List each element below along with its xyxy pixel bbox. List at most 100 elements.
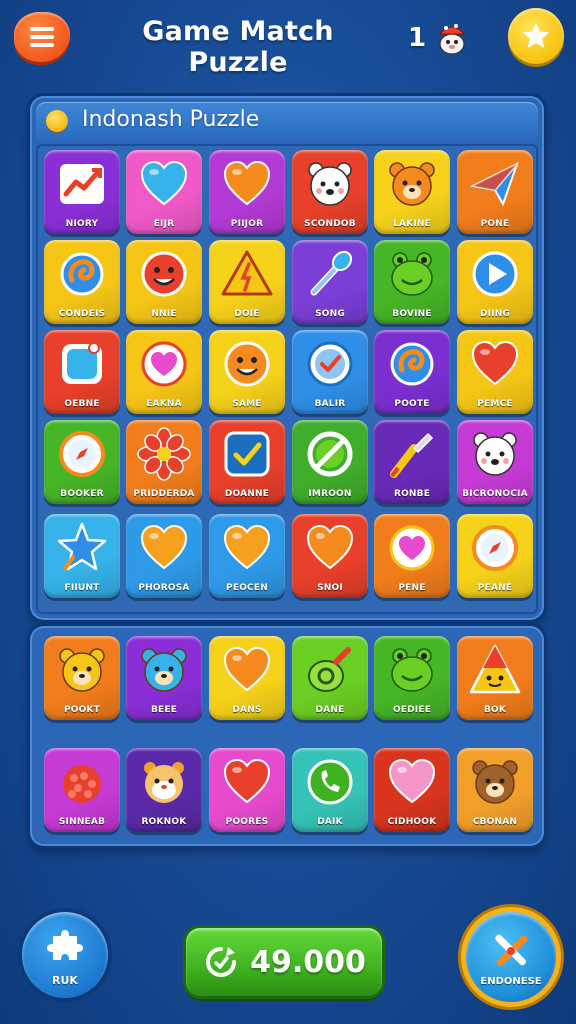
tile-label: ROKNOK	[141, 817, 187, 827]
star-icon	[522, 22, 550, 48]
tile-label: BEEE	[150, 705, 178, 715]
tile-label: DIING	[479, 309, 511, 319]
tile-label: RONBE	[393, 489, 431, 499]
tile-label: NIORY	[65, 219, 99, 229]
puzzle-tile[interactable]: BOOKER	[44, 420, 120, 504]
puzzle-tile[interactable]: RONBE	[374, 420, 450, 504]
tile-label: CIDHOOK	[387, 817, 437, 827]
tile-label: SCONDOB	[304, 219, 356, 229]
puzzle-tile[interactable]: IMROON	[292, 420, 368, 504]
tools-button[interactable]: ENDONESE	[466, 912, 556, 1002]
puzzle-tile[interactable]: PRIDDERDA	[126, 420, 202, 504]
puzzle-tile[interactable]: PEOCEN	[209, 514, 285, 598]
puzzle-tile[interactable]: PEANE	[457, 514, 533, 598]
puzzle-tile[interactable]: DIING	[457, 240, 533, 324]
puzzle-tile[interactable]: SINNEAB	[44, 748, 120, 832]
puzzle-tile[interactable]: ROKNOK	[126, 748, 202, 832]
tile-label: OEBNE	[64, 399, 100, 409]
puzzle-tile[interactable]: BOK	[457, 636, 533, 720]
tile-label: NNIE	[151, 309, 177, 319]
phone-icon	[307, 759, 353, 805]
heart-icon	[223, 524, 271, 570]
puzzle-tile[interactable]: BICRONOCIA	[457, 420, 533, 504]
puzzle-tile[interactable]: FIIUNT	[44, 514, 120, 598]
mascot-icon	[438, 24, 466, 55]
puzzle-tile[interactable]: EIJR	[126, 150, 202, 234]
tile-label: EIJR	[153, 219, 175, 229]
tile-label: DANE	[315, 705, 345, 715]
bear-icon	[389, 162, 435, 206]
heart-icon	[471, 340, 519, 386]
puzzle-tile[interactable]: CIDHOOK	[374, 748, 450, 832]
tile-label: LAKINE	[393, 219, 431, 229]
puzzle-tile[interactable]: BOVINE	[374, 240, 450, 324]
puzzle-tile[interactable]: DANE	[292, 636, 368, 720]
puzzle-tile[interactable]: PEMCE	[457, 330, 533, 414]
puzzle-piece-button[interactable]: RUK	[22, 912, 108, 998]
puzzle-tile[interactable]: PONE	[457, 150, 533, 234]
smiley-face-icon	[224, 341, 270, 387]
heart-circle-icon	[389, 525, 435, 571]
check-square-icon	[224, 431, 270, 477]
tile-label: DOANNE	[224, 489, 270, 499]
tools-button-label: ENDONESE	[480, 976, 542, 987]
tile-label: CONDEIS	[58, 309, 106, 319]
puzzle-tile[interactable]: POOTE	[374, 330, 450, 414]
puzzle-tile[interactable]: DOIE	[209, 240, 285, 324]
puzzle-tile[interactable]: LAKINE	[374, 150, 450, 234]
tile-label: SONG	[315, 309, 345, 319]
tile-label: POOTE	[394, 399, 430, 409]
tile-label: OEDIEE	[392, 705, 432, 715]
puzzle-tile[interactable]: SCONDOB	[292, 150, 368, 234]
puzzle-tile[interactable]: PIIJOR	[209, 150, 285, 234]
paper-plane-icon	[469, 162, 519, 207]
puzzle-tile[interactable]: OEBNE	[44, 330, 120, 414]
tile-label: CBONAN	[472, 817, 518, 827]
star-button[interactable]	[508, 8, 564, 64]
tile-label: BOOKER	[60, 489, 104, 499]
puzzle-tile[interactable]: DANS	[209, 636, 285, 720]
heart-icon	[223, 758, 271, 804]
puzzle-tile[interactable]: PHOROSA	[126, 514, 202, 598]
raspberry-icon	[63, 765, 101, 803]
puzzle-tile[interactable]: PENE	[374, 514, 450, 598]
puzzle-tile[interactable]: DOANNE	[209, 420, 285, 504]
puzzle-tile[interactable]: BALIR	[292, 330, 368, 414]
tile-label: PEMCE	[477, 399, 513, 409]
smiley-face-icon	[141, 251, 187, 297]
puzzle-tile[interactable]: DAIK	[292, 748, 368, 832]
puzzle-tile[interactable]: OEDIEE	[374, 636, 450, 720]
tile-label: SINNEAB	[58, 817, 106, 827]
counter-value: 1	[408, 23, 427, 53]
heart-icon	[306, 524, 354, 570]
puzzle-tile[interactable]: SNOI	[292, 514, 368, 598]
page-title: Game Match Puzzle	[142, 16, 334, 78]
puzzle-tile[interactable]: SONG	[292, 240, 368, 324]
tile-label: PHOROSA	[138, 583, 190, 593]
puzzle-tile[interactable]: POORES	[209, 748, 285, 832]
puzzle-tile[interactable]: CBONAN	[457, 748, 533, 832]
puzzle-tile[interactable]: POOKT	[44, 636, 120, 720]
hamster-icon	[144, 762, 184, 803]
puzzle-tile[interactable]: BEEE	[126, 636, 202, 720]
warning-triangle-icon	[221, 250, 273, 296]
bear-icon	[472, 760, 518, 804]
tile-label: DOIE	[234, 309, 260, 319]
puzzle-tile[interactable]: EAKNA	[126, 330, 202, 414]
square-badge-icon	[62, 342, 102, 384]
heart-icon	[223, 646, 271, 692]
star-icon	[57, 522, 107, 572]
refresh-icon	[206, 947, 237, 977]
frog-icon	[391, 648, 433, 692]
heart-circle-icon	[141, 341, 187, 387]
menu-button[interactable]	[14, 12, 70, 62]
puzzle-tile[interactable]: SAME	[209, 330, 285, 414]
bear-icon	[59, 648, 105, 692]
score-button[interactable]: 49.000	[186, 928, 382, 996]
tile-label: IMROON	[308, 489, 352, 499]
puzzle-tile[interactable]: NIORY	[44, 150, 120, 234]
tile-label: FIIUNT	[64, 583, 100, 593]
puzzle-tile[interactable]: CONDEIS	[44, 240, 120, 324]
puzzle-tile[interactable]: NNIE	[126, 240, 202, 324]
play-icon	[472, 251, 518, 297]
